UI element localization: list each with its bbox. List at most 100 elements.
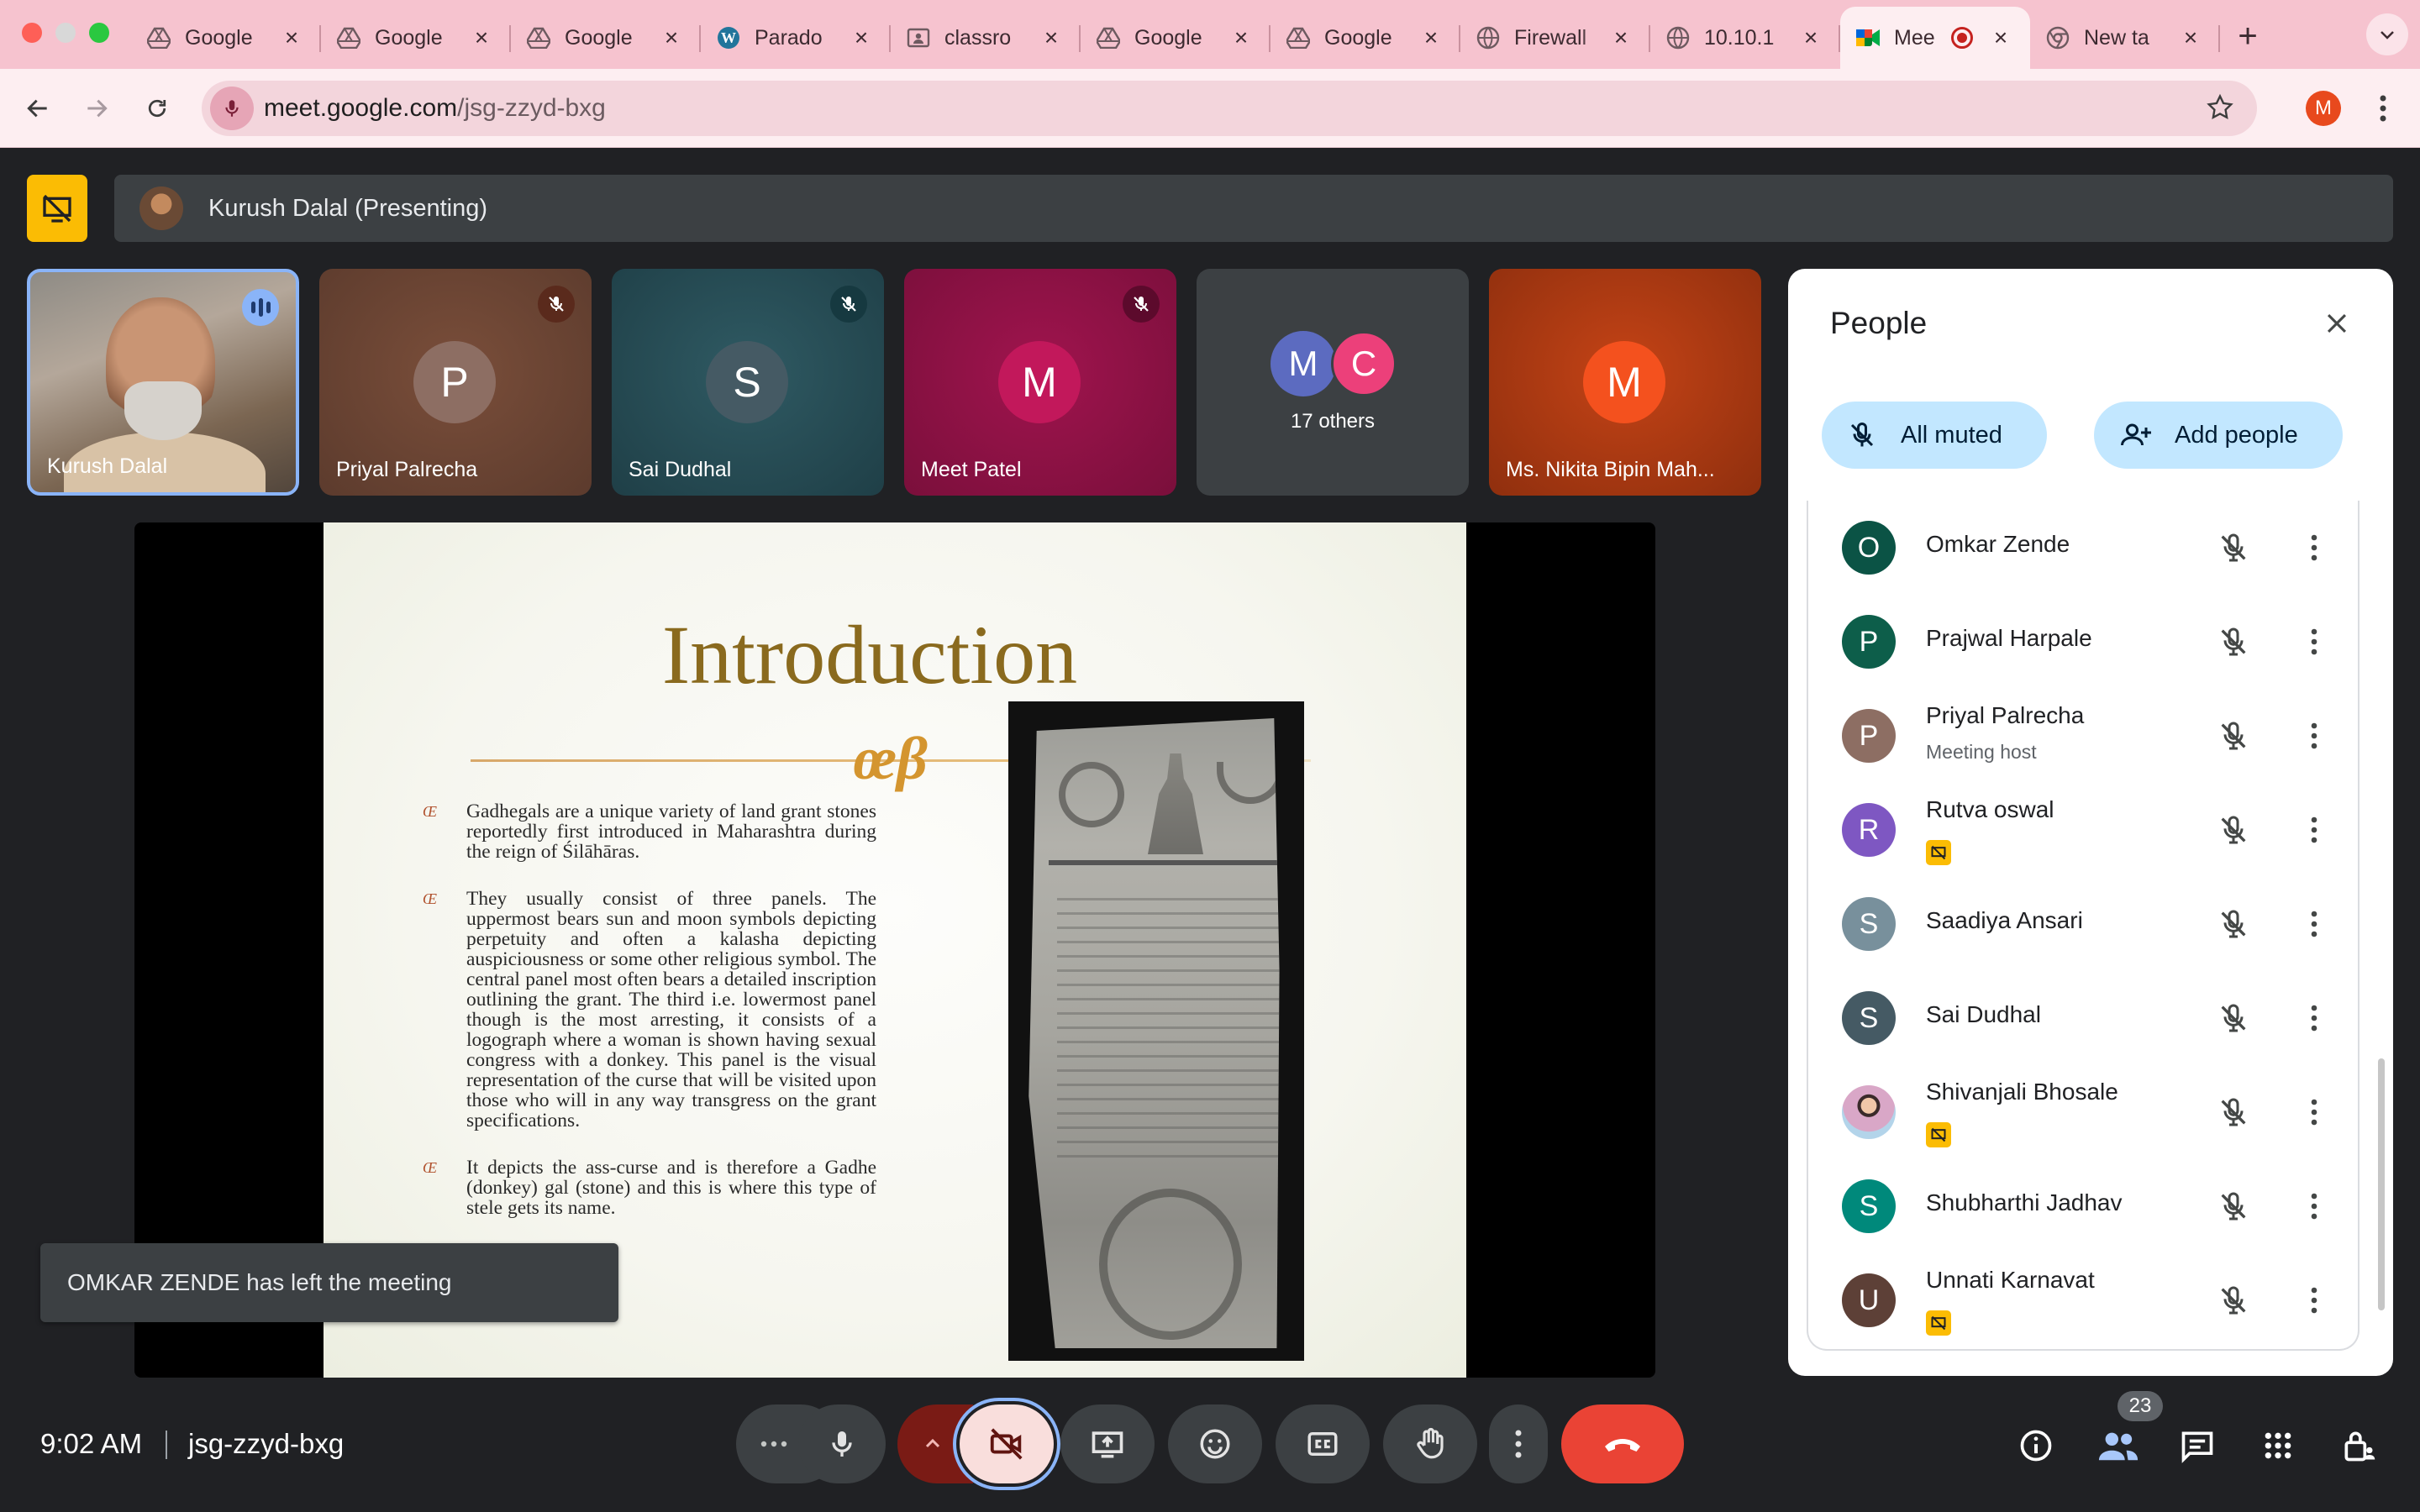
participant-row[interactable]: Shivanjali Bhosale <box>1808 1065 2358 1159</box>
stele-stone <box>1028 718 1280 1348</box>
close-tab-button[interactable]: × <box>1988 24 2013 50</box>
back-button[interactable] <box>17 87 59 129</box>
participant-more-options-button[interactable] <box>2296 1282 2333 1319</box>
stele-relief-panel <box>1099 1189 1242 1340</box>
window-close-button[interactable] <box>22 23 42 43</box>
participant-row[interactable]: O Omkar Zende <box>1808 501 2358 595</box>
presentation-layout-button[interactable] <box>27 175 87 242</box>
mic-muted-icon <box>1123 286 1160 323</box>
close-tab-button[interactable]: × <box>1418 24 1444 50</box>
participant-more-options-button[interactable] <box>2296 811 2333 848</box>
camera-toggle-button[interactable] <box>960 1404 1054 1483</box>
close-tab-button[interactable]: × <box>659 24 684 50</box>
window-zoom-button[interactable] <box>89 23 109 43</box>
reload-button[interactable] <box>136 87 178 129</box>
close-tab-button[interactable]: × <box>2178 24 2203 50</box>
info-icon <box>2020 1430 2052 1462</box>
browser-tab[interactable]: 10.10.1 × <box>1650 7 1840 69</box>
browser-tab[interactable]: New ta × <box>2030 7 2220 69</box>
participant-more-options-button[interactable] <box>2296 623 2333 660</box>
close-people-panel-button[interactable] <box>2316 302 2358 344</box>
leave-call-button[interactable] <box>1561 1404 1684 1483</box>
tab-title: New ta <box>2084 25 2149 50</box>
participant-tile-others[interactable]: M C 17 others <box>1197 269 1469 496</box>
close-tab-button[interactable]: × <box>1798 24 1823 50</box>
people-list-scrollbar[interactable] <box>2378 1058 2385 1310</box>
browser-tab[interactable]: classro × <box>891 7 1081 69</box>
profile-avatar[interactable]: M <box>2306 91 2341 126</box>
participant-more-options-button[interactable] <box>2296 1188 2333 1225</box>
participant-row[interactable]: S Sai Dudhal <box>1808 971 2358 1065</box>
close-tab-button[interactable]: × <box>1228 24 1254 50</box>
send-reaction-button[interactable] <box>1168 1404 1262 1483</box>
window-minimize-button[interactable] <box>55 23 76 43</box>
close-tab-button[interactable]: × <box>469 24 494 50</box>
participant-avatar: P <box>413 341 496 423</box>
participant-row[interactable]: P Prajwal Harpale <box>1808 595 2358 689</box>
participant-avatar: S <box>1842 991 1896 1045</box>
participant-avatar: R <box>1842 803 1896 857</box>
address-bar[interactable]: meet.google.com/jsg-zzyd-bxg <box>202 81 2257 136</box>
participant-more-options-button[interactable] <box>2296 906 2333 942</box>
participant-more-options-button[interactable] <box>2296 529 2333 566</box>
mic-off-icon[interactable] <box>2215 1000 2252 1037</box>
participant-row[interactable]: S Saadiya Ansari <box>1808 877 2358 971</box>
activities-button[interactable] <box>2254 1421 2302 1470</box>
captions-button[interactable] <box>1276 1404 1370 1483</box>
show-everyone-button[interactable] <box>2094 1421 2143 1470</box>
all-muted-label: All muted <box>1901 421 2002 449</box>
participant-role: Meeting host <box>1926 741 2037 763</box>
raise-hand-button[interactable] <box>1383 1404 1477 1483</box>
chat-button[interactable] <box>2173 1421 2222 1470</box>
browser-tab[interactable]: Google × <box>321 7 511 69</box>
browser-tab[interactable]: Google × <box>511 7 701 69</box>
meeting-details-button[interactable] <box>2012 1421 2060 1470</box>
participant-tile-meet-patel[interactable]: M Meet Patel <box>904 269 1176 496</box>
mic-off-icon[interactable] <box>2215 811 2252 848</box>
microphone-in-use-chip[interactable] <box>210 87 254 130</box>
browser-tab[interactable]: Google × <box>1270 7 1460 69</box>
more-options-button[interactable] <box>1489 1404 1548 1483</box>
close-tab-button[interactable]: × <box>849 24 874 50</box>
kebab-menu-icon <box>1515 1430 1522 1458</box>
participant-avatar: S <box>706 341 788 423</box>
participant-tile-priyal-palrecha[interactable]: P Priyal Palrecha <box>319 269 592 496</box>
bookmark-star-button[interactable] <box>2205 92 2235 127</box>
mic-off-icon[interactable] <box>2215 717 2252 754</box>
participant-more-options-button[interactable] <box>2296 717 2333 754</box>
new-tab-button[interactable]: + <box>2227 15 2269 57</box>
mic-off-icon[interactable] <box>2215 1282 2252 1319</box>
participant-tile-kurush-dalal[interactable]: Kurush Dalal <box>27 269 299 496</box>
participant-name: Omkar Zende <box>1926 531 2070 557</box>
browser-tab[interactable]: W Parado × <box>701 7 891 69</box>
kebab-menu-icon <box>2380 95 2386 122</box>
browser-tab[interactable]: Google × <box>131 7 321 69</box>
participant-row[interactable]: S Shubharthi Jadhav <box>1808 1159 2358 1253</box>
participant-tile-sai-dudhal[interactable]: S Sai Dudhal <box>612 269 884 496</box>
browser-tab[interactable]: Firewall × <box>1460 7 1650 69</box>
participant-tile-nikita[interactable]: M Ms. Nikita Bipin Mah... <box>1489 269 1761 496</box>
close-tab-button[interactable]: × <box>1608 24 1634 50</box>
mic-off-icon[interactable] <box>2215 906 2252 942</box>
close-tab-button[interactable]: × <box>1039 24 1064 50</box>
browser-tab[interactable]: Mee × <box>1840 7 2030 69</box>
tab-search-button[interactable] <box>2366 13 2408 55</box>
participant-row[interactable]: U Unnati Karnavat <box>1808 1253 2358 1347</box>
browser-menu-button[interactable] <box>2366 87 2400 129</box>
participant-more-options-button[interactable] <box>2296 1000 2333 1037</box>
add-people-button[interactable]: Add people <box>2094 402 2343 469</box>
mic-off-icon[interactable] <box>2215 623 2252 660</box>
close-tab-button[interactable]: × <box>279 24 304 50</box>
all-muted-button[interactable]: All muted <box>1822 402 2047 469</box>
host-controls-button[interactable] <box>2334 1421 2383 1470</box>
participant-row[interactable]: R Rutva oswal <box>1808 783 2358 877</box>
participant-row[interactable]: P Priyal Palrecha Meeting host <box>1808 689 2358 783</box>
mic-off-icon[interactable] <box>2215 1094 2252 1131</box>
participant-more-options-button[interactable] <box>2296 1094 2333 1131</box>
mic-off-icon[interactable] <box>2215 529 2252 566</box>
forward-button[interactable] <box>76 87 118 129</box>
browser-tab[interactable]: Google × <box>1081 7 1270 69</box>
microphone-toggle-button[interactable] <box>798 1404 886 1483</box>
present-now-button[interactable] <box>1060 1404 1155 1483</box>
mic-off-icon[interactable] <box>2215 1188 2252 1225</box>
